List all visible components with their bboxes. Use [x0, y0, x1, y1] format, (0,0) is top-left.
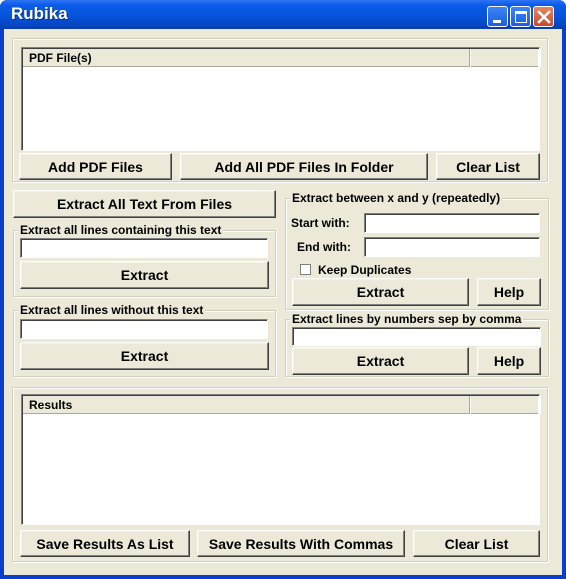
results-extra-column-header[interactable] [471, 396, 540, 414]
clear-results-button[interactable]: Clear List [413, 530, 540, 557]
save-results-with-commas-button[interactable]: Save Results With Commas [197, 530, 405, 557]
containing-text-input[interactable] [20, 238, 268, 258]
end-with-label: End with: [297, 240, 351, 254]
without-text-input[interactable] [20, 319, 268, 339]
close-button[interactable] [533, 6, 554, 27]
between-group-label: Extract between x and y (repeatedly) [290, 191, 503, 205]
pdf-files-list[interactable]: PDF File(s) [21, 47, 540, 151]
window-title: Rubika [11, 4, 68, 23]
without-group: Extract all lines without this text Extr… [13, 303, 276, 377]
containing-group: Extract all lines containing this text E… [13, 223, 276, 297]
by-numbers-group-label: Extract lines by numbers sep by comma [290, 312, 524, 326]
client-area: PDF File(s) Add PDF Files Add All PDF Fi… [4, 29, 562, 575]
clear-files-button[interactable]: Clear List [436, 153, 540, 180]
help-by-numbers-button[interactable]: Help [477, 347, 541, 375]
help-between-button[interactable]: Help [477, 278, 541, 306]
end-with-input[interactable] [364, 237, 540, 257]
add-pdf-files-button[interactable]: Add PDF Files [19, 153, 172, 180]
results-column-header[interactable]: Results [23, 396, 470, 414]
line-numbers-input[interactable] [292, 327, 541, 346]
minimize-button[interactable] [487, 6, 508, 27]
extract-all-text-button[interactable]: Extract All Text From Files [13, 190, 276, 218]
title-bar[interactable]: Rubika [0, 0, 566, 29]
start-with-input[interactable] [364, 213, 540, 233]
add-folder-button[interactable]: Add All PDF Files In Folder [180, 153, 428, 180]
close-icon [537, 10, 551, 24]
app-window: Rubika PDF File(s) Add PDF Files Add All… [0, 0, 566, 579]
extract-containing-button[interactable]: Extract [20, 261, 269, 289]
maximize-icon [515, 11, 527, 23]
without-group-label: Extract all lines without this text [18, 303, 206, 317]
extract-without-button[interactable]: Extract [20, 342, 269, 370]
containing-group-label: Extract all lines containing this text [18, 223, 224, 237]
pdf-files-list-header: PDF File(s) [23, 49, 538, 67]
save-results-as-list-button[interactable]: Save Results As List [20, 530, 190, 557]
extract-by-numbers-button[interactable]: Extract [292, 347, 469, 375]
pdf-files-column-header[interactable]: PDF File(s) [23, 49, 470, 67]
minimize-icon [493, 20, 501, 23]
files-panel: PDF File(s) Add PDF Files Add All PDF Fi… [12, 38, 548, 182]
extract-between-button[interactable]: Extract [292, 278, 469, 306]
keep-duplicates-label: Keep Duplicates [318, 263, 412, 277]
keep-duplicates-checkbox[interactable] [300, 264, 311, 275]
results-list-header: Results [23, 396, 538, 414]
by-numbers-group: Extract lines by numbers sep by comma Ex… [285, 312, 549, 377]
between-group: Extract between x and y (repeatedly) Sta… [285, 191, 549, 310]
start-with-label: Start with: [291, 216, 350, 230]
results-list[interactable]: Results [21, 394, 540, 525]
maximize-button[interactable] [510, 6, 531, 27]
extra-column-header[interactable] [471, 49, 540, 67]
results-panel: Results Save Results As List Save Result… [12, 387, 548, 562]
